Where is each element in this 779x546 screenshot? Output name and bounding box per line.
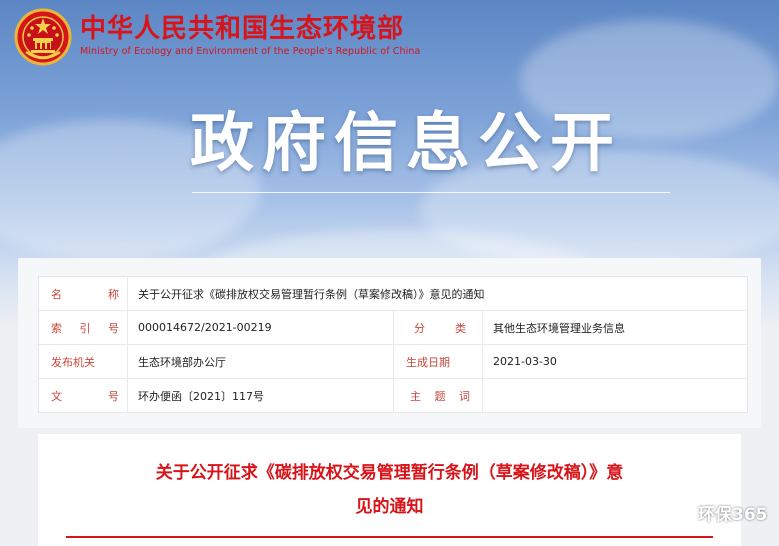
name-value: 关于公开征求《碳排放权交易管理暂行条例（草案修改稿）》意见的通知: [138, 287, 485, 301]
ministry-name-cn: 中华人民共和国生态环境部: [80, 14, 405, 44]
info-row-name: 名称 关于公开征求《碳排放权交易管理暂行条例（草案修改稿）》意见的通知: [39, 277, 747, 311]
title-underline: [192, 192, 670, 193]
watermark-text: 环保365: [698, 505, 768, 525]
info-row-docno: 文号 环办便函〔2021〕117号 主题词: [39, 379, 747, 412]
national-emblem-icon: [14, 8, 72, 66]
info-table: 名称 关于公开征求《碳排放权交易管理暂行条例（草案修改稿）》意见的通知 索引号 …: [38, 276, 748, 413]
date-label: 生成日期: [393, 345, 483, 378]
wechat-icon: [668, 502, 694, 522]
page-title: 政府信息公开: [190, 107, 622, 181]
title-divider: [66, 536, 713, 538]
issuer-label: 发布机关: [39, 345, 128, 378]
docno-value: 环办便函〔2021〕117号: [138, 389, 264, 403]
info-row-issuer: 发布机关 生态环境部办公厅 生成日期 2021-03-30: [39, 345, 747, 379]
name-label: 名称: [39, 277, 128, 310]
index-label: 索引号: [39, 311, 128, 344]
docno-label: 文号: [39, 379, 128, 412]
ministry-name-en: Ministry of Ecology and Environment of t…: [80, 46, 421, 57]
index-value: 000014672/2021-00219: [138, 321, 272, 334]
document-body: 关于公开征求《碳排放权交易管理暂行条例（草案修改稿）》意 见的通知: [38, 434, 741, 546]
date-value: 2021-03-30: [493, 355, 557, 368]
document-title: 关于公开征求《碳排放权交易管理暂行条例（草案修改稿）》意 见的通知: [155, 463, 624, 517]
category-value: 其他生态环境管理业务信息: [493, 321, 625, 335]
category-label: 分类: [393, 311, 483, 344]
subject-label: 主题词: [393, 379, 483, 412]
watermark: 环保365: [668, 500, 768, 525]
info-row-index: 索引号 000014672/2021-00219 分类 其他生态环境管理业务信息: [39, 311, 747, 345]
ministry-logo[interactable]: 中华人民共和国生态环境部 Ministry of Ecology and Env…: [14, 8, 420, 66]
issuer-value: 生态环境部办公厅: [138, 355, 226, 369]
info-panel: 名称 关于公开征求《碳排放权交易管理暂行条例（草案修改稿）》意见的通知 索引号 …: [18, 258, 761, 428]
